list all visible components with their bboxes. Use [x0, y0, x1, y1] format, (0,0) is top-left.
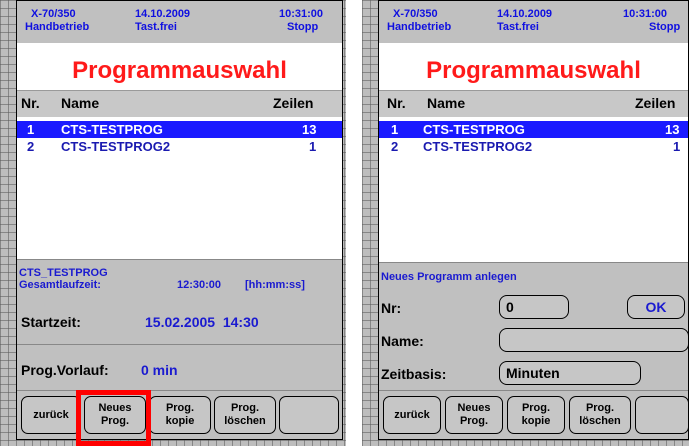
time: 10:31:00 [279, 8, 324, 20]
name-label: Name: [381, 333, 424, 349]
page-title: Programmauswahl [426, 57, 641, 84]
column-lines: Zeilen [635, 95, 676, 111]
time: 10:31:00 [623, 8, 668, 20]
column-header: Nr. Name Zeilen [17, 90, 342, 118]
program-list[interactable]: 1 CTS-TESTPROG 13 2 CTS-TESTPROG2 1 [379, 117, 688, 259]
list-item[interactable]: 2 CTS-TESTPROG2 1 [17, 138, 342, 155]
nr-label: Nr: [381, 300, 402, 316]
key-status: Tast.frei [135, 21, 177, 33]
empty-softkey[interactable] [635, 396, 689, 434]
program-list[interactable]: 1 CTS-TESTPROG 13 2 CTS-TESTPROG2 1 [17, 117, 342, 259]
status-header: X-70/350 Handbetrieb 14.10.2009 Tast.fre… [17, 1, 342, 43]
column-lines: Zeilen [273, 95, 314, 111]
column-name: Name [427, 95, 466, 111]
run-status: Stopp [649, 21, 681, 33]
date: 14.10.2009 [135, 8, 191, 20]
prerun-value[interactable]: 0 min [141, 362, 178, 378]
machine-model: X-70/350 [393, 8, 438, 20]
back-button[interactable]: zurück [21, 396, 81, 434]
runtime-value: 12:30:00 [177, 279, 222, 291]
ok-button[interactable]: OK [627, 295, 685, 319]
list-item[interactable]: 1 CTS-TESTPROG 13 [379, 121, 688, 138]
column-name: Name [61, 95, 100, 111]
operating-mode: Handbetrieb [25, 21, 90, 33]
new-program-button[interactable]: Neues Prog. [445, 396, 503, 434]
dialog-heading-bar: Neues Programm anlegen [379, 262, 688, 291]
softkey-bar: zurück Neues Prog. Prog. kopie Prog. lösche… [17, 390, 342, 439]
back-button[interactable]: zurück [383, 396, 441, 434]
page-title: Programmauswahl [72, 57, 287, 84]
dialog-heading: Neues Programm anlegen [381, 271, 517, 283]
list-item[interactable]: 1 CTS-TESTPROG 13 [17, 121, 342, 138]
start-time-row: Startzeit: 15.02.2005 14:30 [17, 300, 342, 345]
column-header: Nr. Name Zeilen [379, 90, 688, 118]
key-status: Tast.frei [497, 21, 539, 33]
runtime-label: Gesamtlaufzeit: [19, 279, 101, 291]
left-screen: X-70/350 Handbetrieb 14.10.2009 Tast.fre… [16, 0, 343, 440]
new-program-form: Nr: 0 OK Name: Zeitbasis: Minuten [379, 290, 689, 394]
copy-program-button[interactable]: Prog. kopie [149, 396, 211, 434]
status-header: X-70/350 Handbetrieb 14.10.2009 Tast.fre… [379, 1, 688, 43]
prerun-row: Prog.Vorlauf: 0 min [17, 345, 342, 394]
nr-field[interactable]: 0 [499, 295, 569, 319]
copy-program-button[interactable]: Prog. kopie [507, 396, 565, 434]
column-nr: Nr. [21, 95, 40, 111]
time-base-label: Zeitbasis: [381, 366, 447, 382]
machine-model: X-70/350 [31, 8, 76, 20]
empty-softkey[interactable] [279, 396, 339, 434]
prerun-label: Prog.Vorlauf: [21, 362, 109, 378]
highlight-box [76, 390, 151, 446]
start-time-label: Startzeit: [21, 314, 81, 330]
list-item[interactable]: 2 CTS-TESTPROG2 1 [379, 138, 688, 155]
info-program-name: CTS_TESTPROG [19, 267, 108, 279]
run-status: Stopp [287, 21, 319, 33]
column-nr: Nr. [387, 95, 406, 111]
start-time-value[interactable]: 15.02.2005 14:30 [145, 314, 259, 330]
runtime-unit: [hh:mm:ss] [245, 279, 305, 291]
time-base-select[interactable]: Minuten [499, 361, 641, 385]
operating-mode: Handbetrieb [387, 21, 452, 33]
delete-program-button[interactable]: Prog. löschen [569, 396, 631, 434]
name-field[interactable] [499, 328, 689, 352]
softkey-bar: zurück Neues Prog. Prog. kopie Prog. lösche… [379, 390, 689, 439]
right-screen: X-70/350 Handbetrieb 14.10.2009 Tast.fre… [378, 0, 689, 440]
date: 14.10.2009 [497, 8, 553, 20]
program-info: CTS_TESTPROG Gesamtlaufzeit: 12:30:00 [h… [17, 259, 342, 301]
delete-program-button[interactable]: Prog. löschen [214, 396, 276, 434]
